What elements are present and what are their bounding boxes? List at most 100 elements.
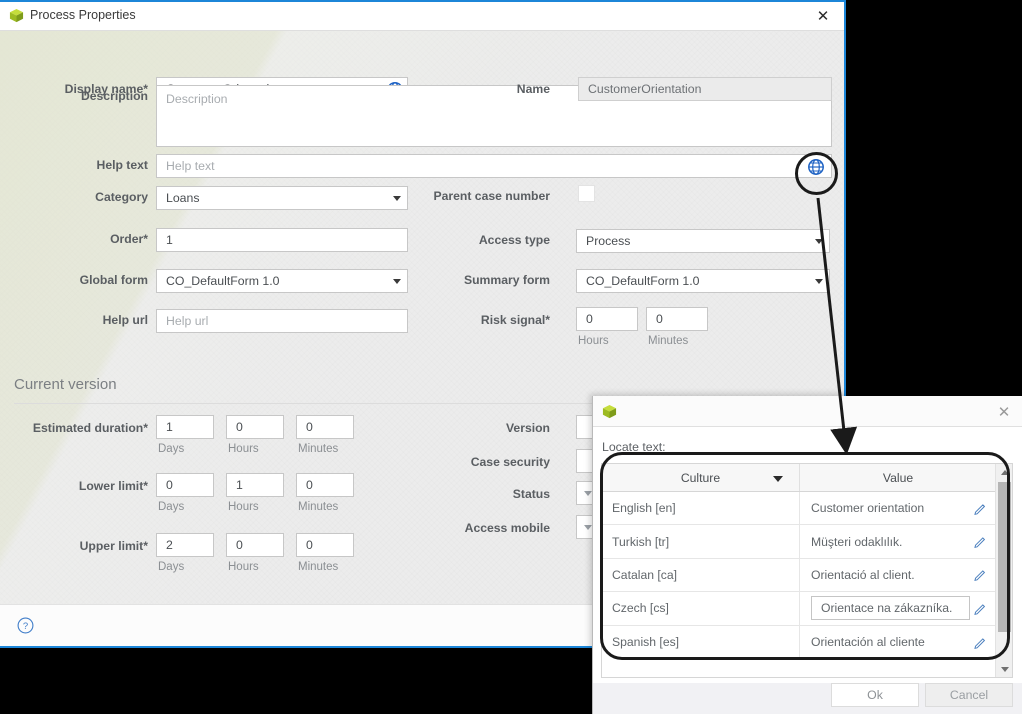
- table-header-row: Culture Value: [602, 464, 1012, 492]
- upper-limit-hours-label: Hours: [228, 561, 259, 573]
- table-row[interactable]: Spanish [es] Orientación al cliente: [602, 625, 1012, 659]
- culture-cell: Catalan [ca]: [602, 558, 800, 592]
- culture-cell: Turkish [tr]: [602, 525, 800, 558]
- risk-signal-minutes-input[interactable]: 0: [646, 307, 708, 331]
- global-form-value: CO_DefaultForm 1.0: [166, 274, 280, 288]
- ok-button[interactable]: Ok: [831, 683, 919, 707]
- edit-pencil-icon[interactable]: [974, 636, 987, 649]
- lower-limit-days-input[interactable]: 0: [156, 473, 214, 497]
- chevron-down-icon-access-type: [815, 239, 823, 244]
- risk-signal-hours-label: Hours: [578, 335, 609, 347]
- label-estimated-duration: Estimated duration*: [32, 421, 148, 435]
- label-parent-case-number: Parent case number: [433, 189, 550, 203]
- table-row[interactable]: Turkish [tr] Müşteri odaklılık.: [602, 525, 1012, 559]
- column-header-value[interactable]: Value: [800, 464, 996, 491]
- upper-limit-hours-input[interactable]: 0: [226, 533, 284, 557]
- chevron-down-icon-category: [393, 196, 401, 201]
- category-dropdown[interactable]: Loans: [156, 186, 408, 210]
- cube-icon: [9, 8, 24, 23]
- lower-limit-minutes-input[interactable]: 0: [296, 473, 354, 497]
- help-text-input[interactable]: Help text: [156, 154, 832, 178]
- estimated-duration-hours-label: Hours: [228, 443, 259, 455]
- label-category: Category: [95, 190, 148, 204]
- estimated-duration-minutes-label: Minutes: [298, 443, 339, 455]
- edit-pencil-icon[interactable]: [974, 568, 987, 582]
- screen: Process Properties ✕ Display name* Custo…: [0, 0, 1022, 714]
- value-cell-editing[interactable]: Orientace na zákazníka.: [800, 592, 996, 624]
- table-row[interactable]: Catalan [ca] Orientació al client.: [602, 558, 1012, 593]
- category-value: Loans: [166, 191, 200, 205]
- culture-cell: Spanish [es]: [602, 625, 800, 659]
- chevron-down-icon-global-form: [393, 279, 401, 284]
- label-help-text: Help text: [96, 158, 148, 172]
- access-type-dropdown[interactable]: Process: [576, 229, 830, 253]
- table-row[interactable]: Czech [cs] Orientace na zákazníka.: [602, 592, 1012, 626]
- label-version: Version: [505, 421, 550, 435]
- chevron-up-icon: [1000, 469, 1009, 475]
- table-row[interactable]: English [en] Customer orientation: [602, 492, 1012, 526]
- upper-limit-days-label: Days: [158, 561, 185, 573]
- sort-desc-icon: [773, 475, 783, 482]
- label-description: Description: [80, 89, 148, 103]
- table-scrollbar[interactable]: [995, 464, 1012, 677]
- locate-text-label: Locate text:: [602, 440, 666, 454]
- lower-limit-hours-label: Hours: [228, 501, 259, 513]
- order-input[interactable]: 1: [156, 228, 408, 252]
- edit-pencil-icon[interactable]: [974, 502, 987, 515]
- lower-limit-minutes-label: Minutes: [298, 501, 339, 513]
- summary-form-dropdown[interactable]: CO_DefaultForm 1.0: [576, 269, 830, 293]
- chevron-down-icon-status: [584, 491, 592, 496]
- label-case-security: Case security: [470, 455, 550, 469]
- label-help-url: Help url: [102, 313, 148, 327]
- lower-limit-hours-input[interactable]: 1: [226, 473, 284, 497]
- column-header-culture[interactable]: Culture: [602, 464, 800, 491]
- risk-signal-minutes-label: Minutes: [648, 335, 689, 347]
- value-cell[interactable]: Müşteri odaklılık.: [800, 525, 996, 557]
- estimated-duration-hours-input[interactable]: 0: [226, 415, 284, 439]
- column-header-culture-label: Culture: [680, 470, 721, 485]
- svg-text:?: ?: [23, 621, 28, 632]
- label-access-mobile: Access mobile: [464, 521, 550, 535]
- dialog-titlebar: Process Properties ✕: [0, 0, 844, 31]
- risk-signal-hours-input[interactable]: 0: [576, 307, 638, 331]
- scroll-down-button[interactable]: [996, 661, 1012, 677]
- estimated-duration-days-input[interactable]: 1: [156, 415, 214, 439]
- upper-limit-minutes-label: Minutes: [298, 561, 339, 573]
- chevron-down-icon-summary-form: [815, 279, 823, 284]
- access-type-value: Process: [586, 234, 631, 248]
- summary-form-value: CO_DefaultForm 1.0: [586, 274, 700, 288]
- value-input[interactable]: Orientace na zákazníka.: [811, 596, 970, 621]
- popup-body: Locate text: Culture Value English [en] …: [593, 427, 1022, 683]
- locate-text-dialog: ✕ Locate text: Culture Value English [en…: [592, 396, 1022, 714]
- value-cell[interactable]: Customer orientation: [800, 492, 996, 524]
- column-header-value-label: Value: [882, 470, 914, 485]
- global-form-dropdown[interactable]: CO_DefaultForm 1.0: [156, 269, 408, 293]
- label-global-form: Global form: [79, 273, 148, 287]
- edit-pencil-icon[interactable]: [974, 535, 987, 549]
- estimated-duration-minutes-input[interactable]: 0: [296, 415, 354, 439]
- chevron-down-icon: [1000, 666, 1009, 672]
- value-cell[interactable]: Orientación al cliente: [800, 626, 996, 659]
- label-risk-signal: Risk signal*: [480, 313, 550, 327]
- dialog-title: Process Properties: [30, 8, 136, 22]
- scroll-up-button[interactable]: [996, 464, 1012, 480]
- popup-footer: Ok Cancel: [593, 683, 1022, 714]
- parent-case-number-checkbox[interactable]: [578, 185, 595, 202]
- close-icon[interactable]: ✕: [991, 401, 1017, 423]
- culture-cell: English [en]: [602, 492, 800, 525]
- cancel-button[interactable]: Cancel: [925, 683, 1013, 707]
- upper-limit-minutes-input[interactable]: 0: [296, 533, 354, 557]
- culture-cell: Czech [cs]: [602, 592, 800, 625]
- label-status: Status: [512, 487, 550, 501]
- label-access-type: Access type: [478, 233, 550, 247]
- scrollbar-thumb[interactable]: [998, 482, 1011, 632]
- lower-limit-days-label: Days: [158, 501, 185, 513]
- help-circle-icon[interactable]: ?: [17, 617, 34, 634]
- help-url-input[interactable]: Help url: [156, 309, 408, 333]
- close-icon[interactable]: ✕: [808, 4, 838, 28]
- edit-pencil-icon[interactable]: [974, 602, 987, 615]
- section-title-current-version: Current version: [14, 376, 117, 393]
- upper-limit-days-input[interactable]: 2: [156, 533, 214, 557]
- titlebar-accent-line: [0, 0, 844, 2]
- value-cell[interactable]: Orientació al client.: [800, 559, 996, 591]
